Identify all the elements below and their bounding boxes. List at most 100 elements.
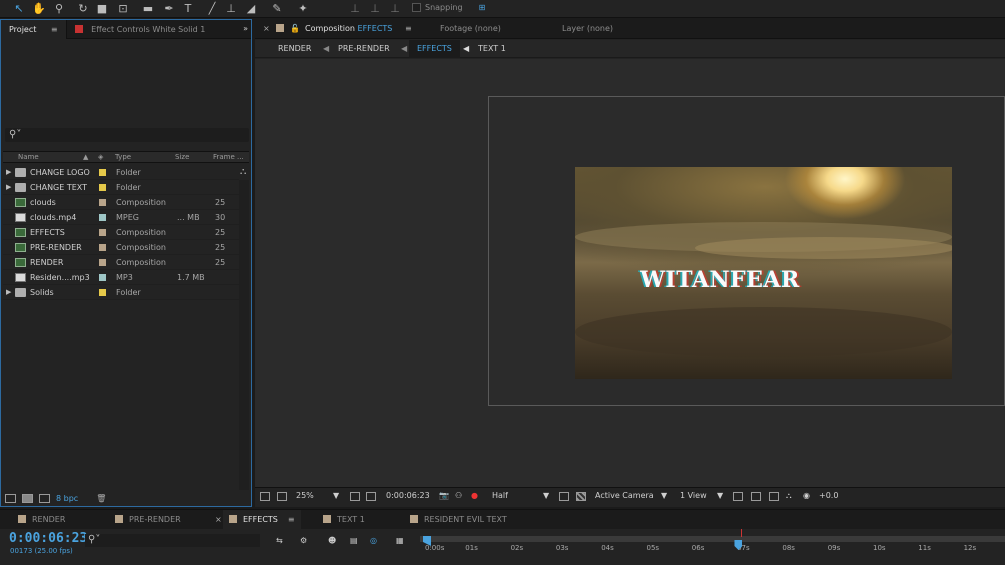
timeline-tab-pre-render[interactable]: PRE-RENDER [115, 510, 181, 530]
snapshot-icon[interactable]: 📷 [439, 491, 449, 500]
selection-tool-icon[interactable]: ↖ [12, 2, 26, 16]
project-item-row[interactable]: RENDER Composition 25 [3, 255, 239, 270]
expand-triangle-icon[interactable]: ▶ [6, 285, 11, 300]
color-channels-icon[interactable]: ● [471, 491, 478, 500]
snapping-toggle[interactable]: Snapping ⊞ [412, 3, 485, 12]
axis-view-icon[interactable]: ⊥ [388, 2, 402, 16]
label-color-swatch[interactable] [99, 169, 106, 176]
column-size[interactable]: Size [175, 153, 189, 161]
trash-icon[interactable]: 🗑 [96, 494, 106, 503]
monitor-icon[interactable] [277, 492, 287, 501]
tab-layer[interactable]: Layer (none) [562, 19, 613, 39]
panel-menu-icon[interactable]: ≡ [51, 25, 58, 34]
tab-composition[interactable]: Composition EFFECTS [305, 19, 392, 39]
label-color-swatch[interactable] [99, 274, 106, 281]
puppet-tool-icon[interactable]: ✦ [296, 2, 310, 16]
rectangle-tool-icon[interactable]: ▬ [141, 2, 155, 16]
view-layout-dropdown[interactable]: 1 View [680, 491, 707, 500]
lock-icon[interactable]: 🔓 [290, 19, 300, 39]
resolution-dropdown[interactable]: Half [492, 491, 508, 500]
timeline-close-tab-icon[interactable]: × [215, 510, 222, 530]
brush-tool-icon[interactable]: ╱ [205, 2, 219, 16]
viewer-menu-icon[interactable]: ≡ [405, 19, 412, 39]
frame-blending-icon[interactable]: ▤ [350, 536, 358, 545]
current-time-display[interactable]: 0:00:06:23 [386, 491, 430, 500]
project-item-row[interactable]: ▶ CHANGE LOGO Folder [3, 165, 239, 180]
tab-overflow-icon[interactable]: » [243, 24, 248, 33]
label-color-swatch[interactable] [99, 289, 106, 296]
timeline-current-time[interactable]: 0:00:06:23 [9, 531, 87, 546]
zoom-chevron-down-icon[interactable]: ▼ [333, 491, 339, 500]
pan-behind-tool-icon[interactable]: ⊡ [116, 2, 130, 16]
flowchart-view-icon[interactable]: ⛬ [786, 491, 792, 501]
hide-shy-layers-icon[interactable]: ☻ [328, 536, 336, 545]
zoom-dropdown[interactable]: 25% [296, 491, 314, 500]
eraser-tool-icon[interactable]: ◢ [244, 2, 258, 16]
graph-editor-icon[interactable]: ▦ [396, 536, 404, 545]
comp-render-image[interactable]: WITANFEAR [575, 167, 952, 379]
pen-tool-icon[interactable]: ✒ [162, 2, 176, 16]
label-color-swatch[interactable] [99, 214, 106, 221]
label-color-swatch[interactable] [99, 184, 106, 191]
comp-stage[interactable]: WITANFEAR [255, 59, 1005, 489]
transparency-grid-icon[interactable] [576, 492, 586, 501]
type-tool-icon[interactable]: T [181, 2, 195, 16]
flow-item-render[interactable]: RENDER [278, 40, 311, 58]
project-item-row[interactable]: PRE-RENDER Composition 25 [3, 240, 239, 255]
sort-asc-icon[interactable]: ▲ [83, 153, 88, 161]
timeline-search-input[interactable]: ⚲˅ [85, 534, 260, 547]
project-item-row[interactable]: Residen....mp3 MP3 1.7 MB [3, 270, 239, 285]
new-folder-icon[interactable] [22, 493, 33, 503]
flow-item-effects[interactable]: EFFECTS [409, 40, 460, 58]
project-scrollbar[interactable] [239, 180, 249, 490]
bit-depth-button[interactable]: 8 bpc [56, 494, 78, 503]
snap-options-icon[interactable]: ⊞ [479, 3, 486, 12]
view-layout-chevron-down-icon[interactable]: ▼ [717, 491, 723, 500]
hand-tool-icon[interactable]: ✋ [32, 2, 46, 16]
expand-triangle-icon[interactable]: ▶ [6, 180, 11, 195]
project-item-row[interactable]: EFFECTS Composition 25 [3, 225, 239, 240]
timeline-icon[interactable] [769, 492, 779, 501]
camera-tool-icon[interactable]: ■ [95, 2, 109, 16]
always-preview-icon[interactable] [260, 492, 270, 501]
flowchart-icon[interactable]: ⛬ [240, 167, 246, 177]
close-tab-icon[interactable]: × [263, 19, 270, 39]
tab-project[interactable]: Project ≡ [1, 19, 67, 39]
axis-local-icon[interactable]: ⊥ [348, 2, 362, 16]
timeline-tab-render[interactable]: RENDER [18, 510, 65, 530]
show-snapshot-icon[interactable]: ⚇ [455, 491, 462, 500]
label-color-swatch[interactable] [99, 199, 106, 206]
camera-chevron-down-icon[interactable]: ▼ [661, 491, 667, 500]
project-item-row[interactable]: clouds.mp4 MPEG ... MB 30 [3, 210, 239, 225]
column-name[interactable]: Name [18, 153, 39, 161]
label-color-swatch[interactable] [99, 229, 106, 236]
expand-triangle-icon[interactable]: ▶ [6, 165, 11, 180]
snapping-checkbox[interactable] [412, 3, 421, 12]
column-frame-rate[interactable]: Frame ... [213, 153, 244, 161]
camera-view-dropdown[interactable]: Active Camera [595, 491, 654, 500]
label-column-tag-icon[interactable]: ◈ [98, 153, 103, 161]
flow-item-pre-render[interactable]: PRE-RENDER [338, 40, 390, 58]
project-item-row[interactable]: ▶ Solids Folder [3, 285, 239, 300]
clone-stamp-tool-icon[interactable]: ⊥ [224, 2, 238, 16]
timeline-tab-effects[interactable]: EFFECTS ≡ [223, 510, 301, 530]
comp-mini-flowchart-icon[interactable]: ⇆ [276, 536, 283, 545]
toggle-pixel-aspect-icon[interactable] [733, 492, 743, 501]
project-item-row[interactable]: clouds Composition 25 [3, 195, 239, 210]
project-search-input[interactable]: ⚲˅ [5, 128, 249, 142]
axis-world-icon[interactable]: ⊥ [368, 2, 382, 16]
reset-exposure-icon[interactable]: ◉ [803, 491, 810, 500]
fast-preview-icon[interactable] [751, 492, 761, 501]
tab-footage[interactable]: Footage (none) [440, 19, 501, 39]
exposure-value[interactable]: +0.0 [819, 491, 838, 500]
region-of-interest-icon[interactable] [559, 492, 569, 501]
grid-guides-icon[interactable] [350, 492, 360, 501]
new-composition-icon[interactable] [39, 493, 50, 503]
roto-brush-tool-icon[interactable]: ✎ [270, 2, 284, 16]
resolution-chevron-down-icon[interactable]: ▼ [543, 491, 549, 500]
label-color-swatch[interactable] [99, 259, 106, 266]
zoom-tool-icon[interactable]: ⚲ [52, 2, 66, 16]
draft-3d-icon[interactable]: ⚙ [300, 536, 307, 545]
tab-effect-controls[interactable]: Effect Controls White Solid 1 [67, 20, 214, 39]
timeline-tab-resident-evil-text[interactable]: RESIDENT EVIL TEXT [410, 510, 507, 530]
